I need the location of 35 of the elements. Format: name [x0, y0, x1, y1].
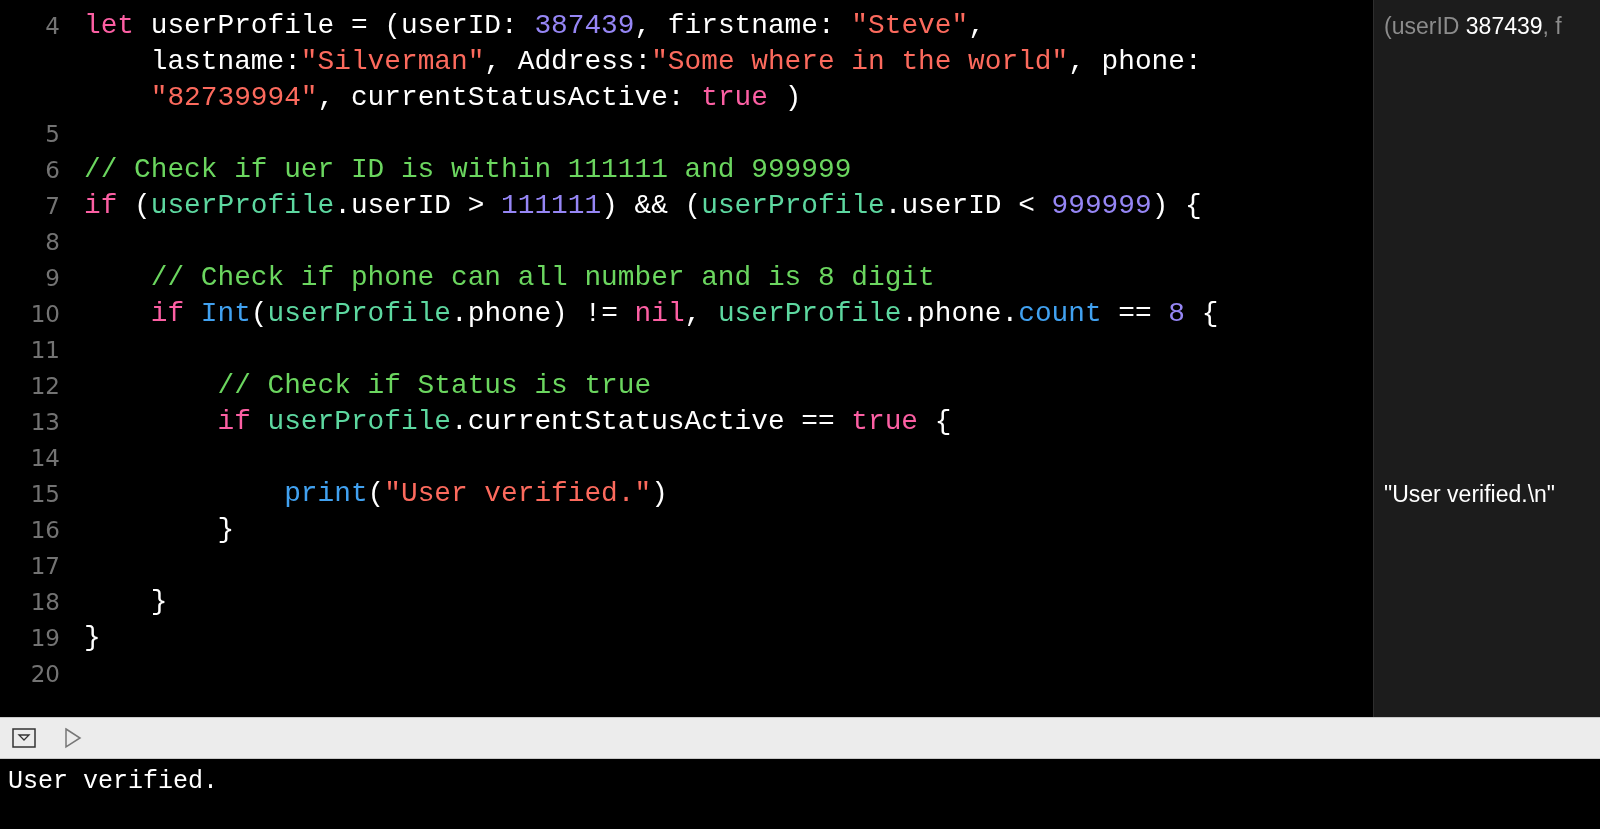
code-line: print("User verified.") — [283, 477, 668, 511]
line-number: 18 — [30, 589, 60, 615]
line-number: 17 — [30, 553, 60, 579]
result-value: "User verified.\n" — [1383, 480, 1555, 508]
line-number: 5 — [45, 121, 60, 147]
line-number: 15 — [30, 481, 60, 507]
line-number: 6 — [45, 157, 60, 183]
code-line: } — [149, 585, 168, 619]
code-line: let userProfile = (userID: 387439, firstname: "Steve", — [84, 9, 985, 43]
code-line: } — [84, 621, 101, 655]
line-number: 9 — [45, 265, 60, 291]
result-value: (userID 387439, f — [1383, 12, 1562, 40]
line-number: 7 — [45, 193, 60, 219]
code-line: if (userProfile.userID > 111111) && (userProfile.userID < 999999) { — [84, 189, 1202, 223]
line-number: 20 — [30, 661, 60, 687]
line-number: 13 — [30, 409, 60, 435]
line-number: 19 — [30, 625, 60, 651]
line-number: 14 — [30, 445, 60, 471]
code-line: if Int(userProfile.phone) != nil, userProfile.phone.count == 8 { — [149, 297, 1219, 331]
line-number: 11 — [30, 337, 60, 363]
code-line: // Check if phone can all number and is 8 digit — [149, 261, 935, 295]
console-output: User verified. — [8, 767, 219, 796]
code-line: // Check if uer ID is within 111111 and 999999 — [84, 153, 852, 187]
code-line: // Check if Status is true — [216, 369, 652, 403]
line-number: 16 — [30, 517, 60, 543]
line-number: 10 — [30, 301, 60, 327]
hide-debug-area-icon[interactable] — [12, 728, 36, 748]
code-line: } — [216, 513, 235, 547]
code-line: "82739994", currentStatusActive: true ) — [149, 81, 802, 115]
run-icon[interactable] — [64, 727, 82, 749]
line-number: 4 — [45, 13, 60, 39]
line-number: 8 — [45, 229, 60, 255]
line-number: 12 — [30, 373, 60, 399]
code-line: if userProfile.currentStatusActive == true { — [216, 405, 952, 439]
code-line: lastname:"Silverman", Address:"Some where in the world", phone: — [149, 45, 1202, 79]
